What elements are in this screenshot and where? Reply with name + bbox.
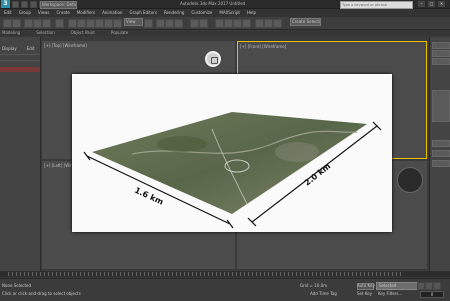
curve-editor-icon[interactable] [224,19,233,28]
menu-views[interactable]: Views [38,9,50,17]
segments-field[interactable] [432,160,450,167]
go-to-start-icon[interactable] [417,282,425,290]
add-time-tag-button[interactable]: Add Time Tag [310,291,337,296]
terrain-illustration: 1.6 km 2.0 km [83,112,382,229]
select-by-name-icon[interactable] [77,19,86,28]
search-input[interactable]: Type a keyword or phrase [340,1,413,9]
reference-coordinate-dropdown[interactable]: View [124,18,143,26]
dimension-label-right: 2.0 km [303,162,333,188]
close-button[interactable]: × [438,1,445,7]
window-controls: – □ × [418,1,445,7]
render-icon[interactable] [273,19,282,28]
app-logo-button[interactable]: 3 [1,0,10,8]
link-icon[interactable] [24,19,33,28]
divider [0,60,40,61]
material-editor-icon[interactable] [242,19,251,28]
modifier-list-dropdown[interactable] [432,58,450,65]
scene-explorer-selected-row[interactable] [0,67,40,72]
viewport-label[interactable]: [+] [Top] [Wireframe] [44,43,87,48]
play-icon[interactable] [425,282,433,290]
selection-filter-icon[interactable] [55,19,64,28]
tab-selection[interactable]: Selection [36,30,54,36]
menu-bar: Edit Group Views Create Modifiers Animat… [0,9,450,17]
current-frame-field[interactable]: 0 [420,291,444,298]
command-panel [429,37,450,277]
scene-explorer-menu: Display Edit [2,46,35,51]
select-object-icon[interactable] [68,19,77,28]
divider [0,54,40,55]
new-file-icon[interactable] [12,1,19,8]
menu-animation[interactable]: Animation [102,9,122,17]
maximize-button[interactable]: □ [428,1,435,7]
dimension-tick [226,219,234,229]
viewcube-icon[interactable] [397,167,423,193]
percent-snap-icon[interactable] [174,19,183,28]
grid-status: Grid = 10.0m [300,283,328,288]
angle-snap-icon[interactable] [165,19,174,28]
menu-maxscript[interactable]: MAXScript [219,9,240,17]
unlink-icon[interactable] [33,19,42,28]
layer-explorer-icon[interactable] [215,19,224,28]
menu-create[interactable]: Create [57,9,70,17]
rendered-frame-icon[interactable] [264,19,273,28]
dimension-label-left: 1.6 km [133,186,165,207]
selection-status: None Selected [2,283,32,288]
named-selection-dropdown[interactable]: Create Selection Se [290,18,321,26]
tab-modeling[interactable]: Modeling [2,30,20,36]
mirror-icon[interactable] [190,19,199,28]
go-to-end-icon[interactable] [433,282,441,290]
menu-help[interactable]: Help [247,9,256,17]
timeline-ruler[interactable] [8,272,403,276]
undo-icon[interactable] [3,19,12,28]
open-file-icon[interactable] [21,1,28,8]
menu-rendering[interactable]: Rendering [164,9,184,17]
scene-explorer-display-menu[interactable]: Display [2,46,17,51]
pivot-icon[interactable] [144,19,153,28]
dimension-tick [83,151,91,161]
align-icon[interactable] [199,19,208,28]
tab-object-paint[interactable]: Object Paint [71,30,95,36]
terrain-forest-area [157,136,207,152]
move-icon[interactable] [104,19,113,28]
width-field[interactable] [432,150,450,157]
main-toolbar [0,17,450,30]
workspace-dropdown[interactable]: Workspace: Default [40,1,77,9]
redo-icon[interactable] [12,19,21,28]
schematic-view-icon[interactable] [233,19,242,28]
length-field[interactable] [432,140,450,147]
viewport-label[interactable]: [+] [Front] [Wireframe] [240,44,286,49]
command-panel-tab-icon[interactable] [432,42,450,49]
key-set-dropdown[interactable]: Selected [376,282,418,290]
menu-graph-editors[interactable]: Graph Editors [129,9,156,17]
save-file-icon[interactable] [30,1,37,8]
image-viewer-icon[interactable] [205,51,221,67]
menu-customize[interactable]: Customize [191,9,212,17]
render-setup-icon[interactable] [255,19,264,28]
terrain-urban-area [275,142,319,162]
set-key-button[interactable]: Set Key [357,291,372,296]
menu-group[interactable]: Group [19,9,31,17]
minimize-button[interactable]: – [418,1,425,7]
menu-modifiers[interactable]: Modifiers [77,9,95,17]
menu-edit[interactable]: Edit [4,9,12,17]
snap-toggle-icon[interactable] [156,19,165,28]
terrain-image-overlay: 1.6 km 2.0 km [72,74,392,232]
prompt-line: Click or click-and-drag to select object… [2,291,81,296]
window-crossing-icon[interactable] [95,19,104,28]
bind-space-warp-icon[interactable] [42,19,51,28]
modifier-stack[interactable] [432,90,450,122]
rotate-icon[interactable] [113,19,122,28]
window-title: Autodesk 3ds Max 2017 Untitled [180,1,246,6]
rectangular-selection-icon[interactable] [86,19,95,28]
auto-key-label[interactable]: Auto Key [357,283,375,288]
tab-populate[interactable]: Populate [111,30,128,36]
key-filters-button[interactable]: Key Filters... [378,291,402,296]
scene-explorer-edit-menu[interactable]: Edit [27,46,35,51]
ribbon-tabs: Modeling Selection Object Paint Populate [0,30,450,36]
scene-explorer-panel [0,37,41,277]
command-panel-field[interactable] [432,50,450,57]
